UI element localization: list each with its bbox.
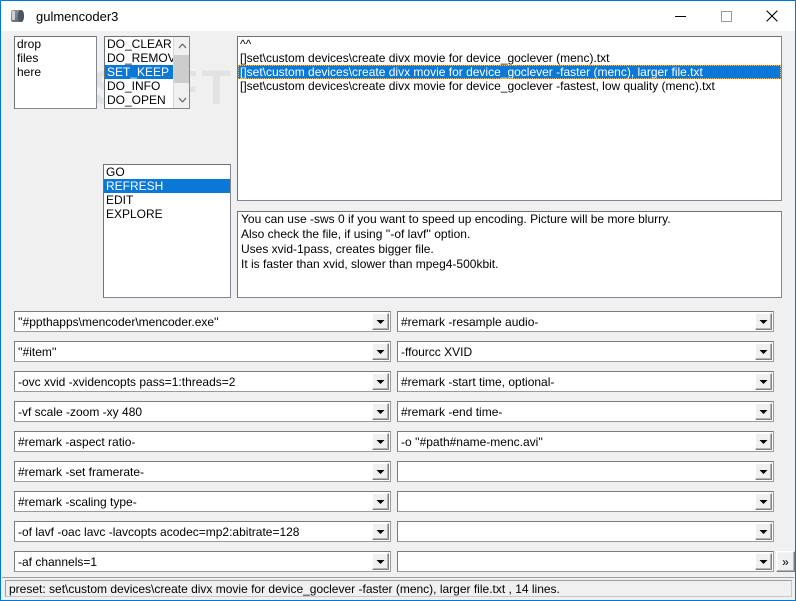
param-value[interactable]: -o ''#path#name-menc.avi'' (398, 435, 755, 449)
list-item-selected[interactable]: REFRESH (104, 179, 230, 193)
param-value[interactable]: ''#item'' (15, 345, 372, 359)
chevron-down-icon[interactable] (372, 373, 389, 390)
param-combo-left-9[interactable]: -af channels=1 (14, 551, 391, 572)
chevron-down-icon[interactable] (372, 433, 389, 450)
param-value[interactable]: #remark -start time, optional- (398, 375, 755, 389)
param-combo-left-6[interactable]: #remark -set framerate- (14, 461, 391, 482)
param-combo-left-8[interactable]: -of lavf -oac lavc -lavcopts acodec=mp2:… (14, 521, 391, 542)
list-item-selected[interactable]: []set\custom devices\create divx movie f… (238, 65, 781, 79)
list-item[interactable]: DO_INFO (105, 79, 173, 93)
maximize-button[interactable] (703, 1, 749, 31)
memo-line: Uses xvid-1pass, creates bigger file. (241, 242, 434, 256)
param-combo-right-6[interactable] (397, 461, 774, 482)
list-item[interactable]: drop (15, 37, 96, 51)
param-combo-left-7[interactable]: #remark -scaling type- (14, 491, 391, 512)
preset-list-header: ^^ (240, 37, 252, 51)
chevron-down-icon[interactable] (755, 463, 772, 480)
close-icon (766, 10, 778, 22)
list-item[interactable]: []set\custom devices\create divx movie f… (238, 79, 781, 93)
param-value[interactable]: -vf scale -zoom -xy 480 (15, 405, 372, 419)
param-combo-right-3[interactable]: #remark -start time, optional- (397, 371, 774, 392)
list-item[interactable]: DO_OPEN (105, 93, 173, 107)
param-combo-right-7[interactable] (397, 491, 774, 512)
param-combo-left-5[interactable]: #remark -aspect ratio- (14, 431, 391, 452)
list-item-selected[interactable]: SET_KEEP (105, 65, 173, 79)
param-value[interactable]: #remark -scaling type- (15, 495, 372, 509)
param-combo-left-2[interactable]: ''#item'' (14, 341, 391, 362)
chevron-down-icon[interactable] (755, 373, 772, 390)
list-item[interactable]: DO_CLEAR (105, 37, 173, 51)
param-combo-right-4[interactable]: #remark -end time- (397, 401, 774, 422)
chevron-down-icon[interactable] (755, 433, 772, 450)
window-controls (657, 1, 795, 31)
param-value[interactable]: -af channels=1 (15, 555, 372, 569)
chevron-down-icon[interactable] (755, 523, 772, 540)
description-memo[interactable]: You can use -sws 0 if you want to speed … (237, 211, 782, 298)
param-combo-left-1[interactable]: ''#ppthapps\mencoder\mencoder.exe'' (14, 311, 391, 332)
list-item[interactable]: files (15, 51, 96, 65)
param-combo-right-2[interactable]: -ffourcc XVID (397, 341, 774, 362)
window-title: gulmencoder3 (36, 8, 119, 24)
scroll-up-button[interactable] (174, 37, 189, 54)
list-item[interactable]: EXPLORE (104, 207, 230, 221)
scroll-down-button[interactable] (174, 91, 189, 108)
status-bar: preset: set\custom devices\create divx m… (2, 577, 794, 599)
chevron-down-icon[interactable] (755, 553, 772, 570)
action-list[interactable]: GO REFRESH EDIT EXPLORE (103, 164, 231, 298)
chevron-down-icon[interactable] (755, 493, 772, 510)
memo-line: You can use -sws 0 if you want to speed … (241, 212, 671, 226)
title-bar[interactable]: gulmencoder3 (1, 1, 795, 31)
list-item[interactable]: DO_REMOVE (105, 51, 173, 65)
memo-line: It is faster than xvid, slower than mpeg… (241, 257, 499, 271)
scroll-up-arrow-icon (178, 43, 186, 48)
list-item[interactable]: []set\custom devices\create divx movie f… (238, 51, 781, 65)
minimize-icon (674, 15, 686, 17)
command-list-scrollbar[interactable] (173, 37, 189, 108)
chevron-down-icon[interactable] (755, 403, 772, 420)
chevron-down-icon[interactable] (372, 463, 389, 480)
app-barrel-icon (10, 8, 26, 24)
param-value[interactable]: #remark -resample audio- (398, 315, 755, 329)
param-value[interactable]: ''#ppthapps\mencoder\mencoder.exe'' (15, 315, 372, 329)
list-item[interactable]: EDIT (104, 193, 230, 207)
param-combo-right-5[interactable]: -o ''#path#name-menc.avi'' (397, 431, 774, 452)
param-combo-right-9[interactable] (397, 551, 774, 572)
minimize-button[interactable] (657, 1, 703, 31)
param-value[interactable]: -ovc xvid -xvidencopts pass=1:threads=2 (15, 375, 372, 389)
param-value[interactable]: -of lavf -oac lavc -lavcopts acodec=mp2:… (15, 525, 372, 539)
scroll-down-arrow-icon (178, 97, 186, 102)
scroll-thumb[interactable] (174, 55, 189, 83)
param-combo-left-4[interactable]: -vf scale -zoom -xy 480 (14, 401, 391, 422)
chevron-down-icon[interactable] (372, 403, 389, 420)
param-value[interactable]: #remark -end time- (398, 405, 755, 419)
param-combo-left-3[interactable]: -ovc xvid -xvidencopts pass=1:threads=2 (14, 371, 391, 392)
list-item[interactable]: GO (104, 165, 230, 179)
param-value[interactable]: -ffourcc XVID (398, 345, 755, 359)
expand-more-button[interactable]: » (776, 551, 795, 572)
app-window: gulmencoder3 SOFTPEDIA drop files (0, 0, 796, 601)
preset-list[interactable]: ^^ []set\custom devices\create divx movi… (237, 36, 782, 201)
chevron-down-icon[interactable] (372, 523, 389, 540)
chevron-down-icon[interactable] (755, 313, 772, 330)
chevron-down-icon[interactable] (372, 313, 389, 330)
command-list[interactable]: DO_CLEAR DO_REMOVE SET_KEEP DO_INFO DO_O… (104, 36, 190, 109)
status-text: preset: set\custom devices\create divx m… (5, 580, 792, 597)
chevron-down-icon[interactable] (372, 493, 389, 510)
memo-line: Also check the file, if using ''-of lavf… (241, 227, 471, 241)
param-value[interactable]: #remark -set framerate- (15, 465, 372, 479)
close-button[interactable] (749, 1, 795, 31)
chevron-down-icon[interactable] (372, 343, 389, 360)
maximize-icon (720, 10, 732, 22)
list-item[interactable]: here (15, 65, 96, 79)
param-value[interactable]: #remark -aspect ratio- (15, 435, 372, 449)
chevron-down-icon[interactable] (372, 553, 389, 570)
chevron-down-icon[interactable] (755, 343, 772, 360)
param-combo-right-1[interactable]: #remark -resample audio- (397, 311, 774, 332)
drop-files-list[interactable]: drop files here (14, 36, 97, 109)
param-combo-right-8[interactable] (397, 521, 774, 542)
